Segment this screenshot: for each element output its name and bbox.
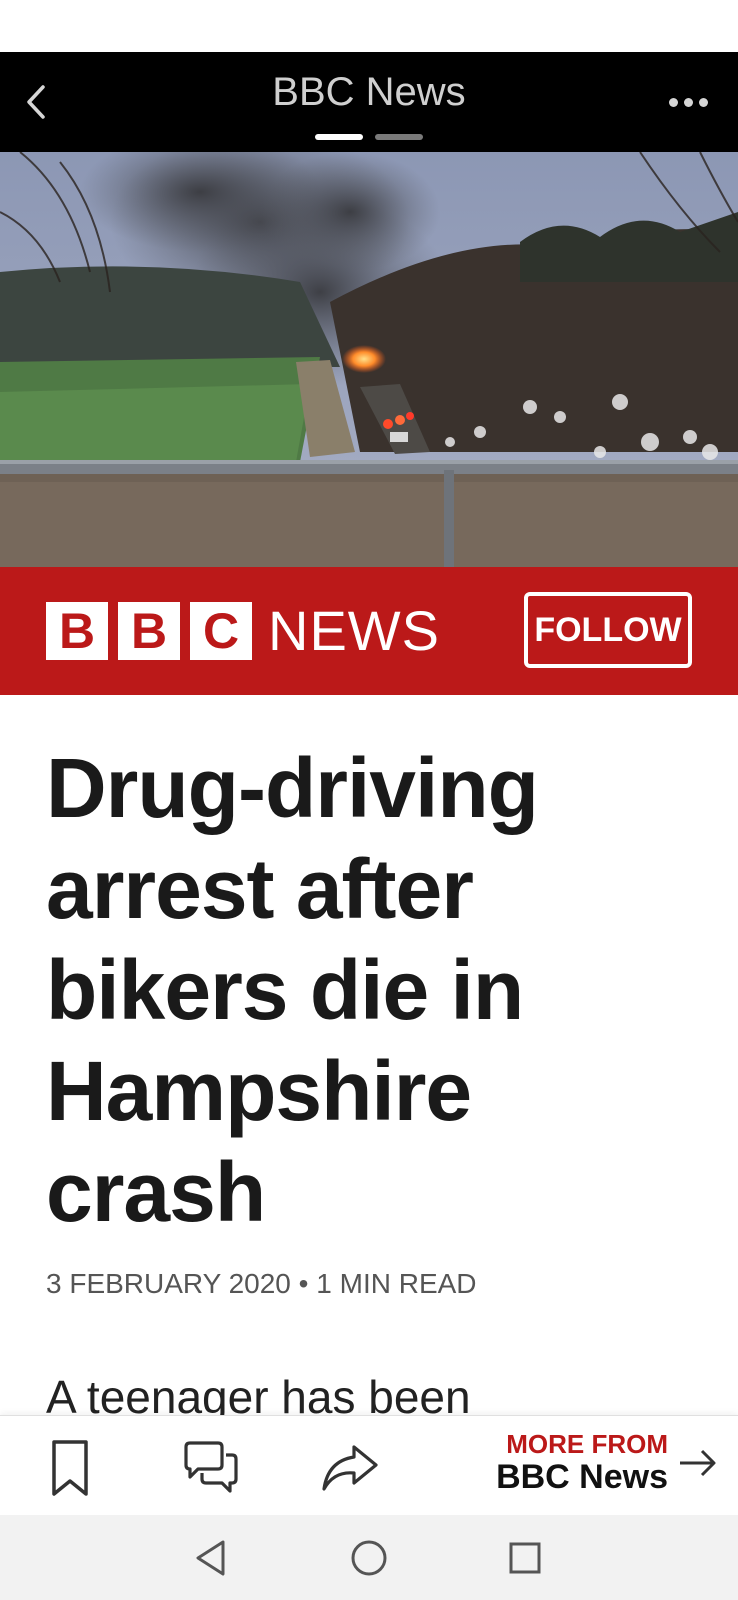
- logo-block-b2: B: [118, 602, 180, 660]
- comment-button[interactable]: [178, 1438, 242, 1498]
- crash-scene-photo: [0, 152, 738, 567]
- app-title: BBC News: [272, 70, 466, 114]
- comment-icon: [184, 1441, 238, 1493]
- square-recents-icon: [509, 1542, 541, 1574]
- bottom-toolbar: MORE FROM BBC News: [0, 1415, 738, 1515]
- logo-block-b1: B: [46, 602, 108, 660]
- bookmark-icon: [52, 1440, 88, 1496]
- headline-line: Hampshire: [46, 1044, 472, 1138]
- share-button[interactable]: [318, 1438, 382, 1498]
- system-nav-bar: [0, 1515, 738, 1600]
- article-meta: 3 FEBRUARY 2020 • 1 MIN READ: [46, 1268, 477, 1300]
- more-options-button[interactable]: [660, 82, 716, 122]
- logo-news-word: NEWS: [268, 599, 440, 662]
- status-bar-area: [0, 0, 738, 52]
- arrow-right-icon: [680, 1449, 716, 1477]
- hero-image: [0, 152, 738, 567]
- headline-line: crash: [46, 1145, 266, 1239]
- circle-home-icon: [351, 1540, 387, 1576]
- publish-date: 3 FEBRUARY 2020: [46, 1268, 291, 1299]
- share-icon: [322, 1445, 378, 1491]
- nav-back-button[interactable]: [186, 1533, 236, 1583]
- more-from-button[interactable]: MORE FROM BBC News: [496, 1430, 718, 1496]
- read-time: 1 MIN READ: [316, 1268, 477, 1299]
- triangle-back-icon: [196, 1540, 225, 1576]
- bookmark-button[interactable]: [38, 1438, 102, 1498]
- nav-recents-button[interactable]: [500, 1533, 550, 1583]
- page-dot: [375, 134, 423, 140]
- follow-button[interactable]: FOLLOW: [524, 592, 692, 668]
- more-from-source: BBC News: [496, 1458, 668, 1496]
- top-bar: BBC News: [0, 52, 738, 152]
- meta-separator: •: [298, 1268, 309, 1299]
- headline-line: Drug-driving: [46, 741, 539, 835]
- more-from-label: MORE FROM: [506, 1429, 668, 1459]
- nav-home-button[interactable]: [344, 1533, 394, 1583]
- logo-block-c: C: [190, 602, 252, 660]
- article-headline: Drug-driving arrest after bikers die in …: [46, 738, 646, 1243]
- bbc-news-logo: B B C NEWS: [46, 602, 440, 660]
- headline-line: arrest after: [46, 842, 474, 936]
- headline-line: bikers die in: [46, 943, 524, 1037]
- page-indicator: [0, 134, 738, 140]
- more-horizontal-icon: [668, 97, 678, 107]
- brand-bar: B B C NEWS FOLLOW: [0, 567, 738, 695]
- page-dot-active: [315, 134, 363, 140]
